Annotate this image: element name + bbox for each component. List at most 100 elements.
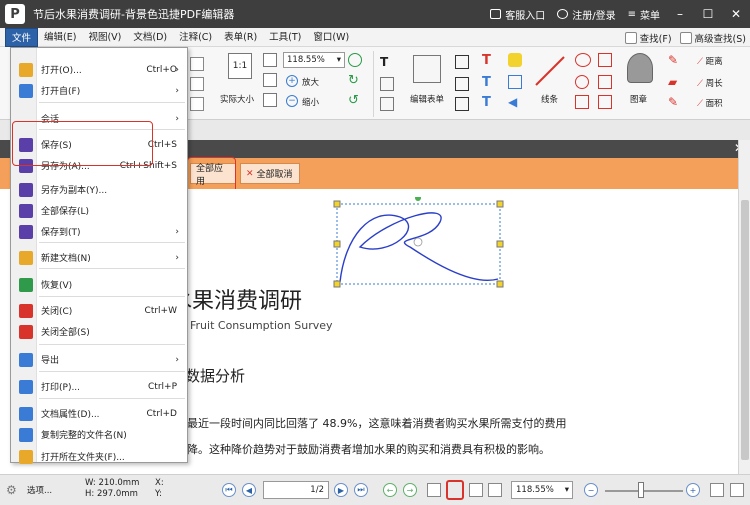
menu-file[interactable]: 文件 (5, 27, 39, 47)
file-menu-item-save-copy[interactable]: 另存为副本(Y)... (11, 179, 187, 200)
menu-form[interactable]: 表单(R) (218, 28, 263, 47)
edit-form-label[interactable]: 编辑表单 (410, 93, 444, 105)
settings-icon[interactable]: ⚙ (6, 483, 17, 497)
zoom-in-button[interactable]: + (686, 483, 700, 497)
cloud-icon[interactable] (598, 95, 612, 109)
stamp-icon[interactable] (627, 53, 653, 83)
page-input[interactable]: 1/2 (263, 481, 329, 499)
note-icon[interactable] (508, 53, 522, 67)
advanced-find-button[interactable]: 高级查找(S) (679, 31, 746, 45)
highlight-icon[interactable]: ✎ (668, 95, 682, 109)
fit-page-icon[interactable] (263, 53, 277, 67)
stamp-label[interactable]: 图章 (630, 93, 647, 105)
status-zoom-select[interactable]: 118.55% ▾ (511, 481, 573, 499)
form-field-icon[interactable] (455, 77, 469, 91)
rectangle-icon[interactable] (575, 95, 589, 109)
cancel-all-button[interactable]: ✕ 全部取消 (240, 163, 300, 184)
distance-tool[interactable]: ⟋ 距离 (697, 55, 723, 67)
zoom-out-label[interactable]: 缩小 (302, 96, 319, 108)
zoom-out-icon[interactable]: − (286, 95, 298, 107)
attachment-icon[interactable] (508, 75, 522, 89)
form-field-icon[interactable] (455, 97, 469, 111)
file-menu-item-export[interactable]: 导出 › (11, 349, 187, 370)
actual-size-icon[interactable]: 1:1 (228, 53, 252, 79)
scrollbar-thumb[interactable] (741, 200, 749, 460)
sound-icon[interactable]: ◀ (508, 95, 522, 109)
ellipse-icon[interactable] (575, 53, 591, 67)
file-menu-item-open[interactable]: 打开(O)... Ctrl+O › (11, 59, 187, 80)
tool-icon[interactable] (190, 57, 204, 71)
first-page-button[interactable]: ⏮ (222, 483, 236, 497)
file-menu-item-print[interactable]: 打印(P)... Ctrl+P (11, 376, 187, 397)
service-button[interactable]: 客服入口 (484, 7, 551, 22)
zoom-select[interactable]: 118.55% ▾ (283, 52, 345, 68)
fullscreen-icon[interactable] (730, 483, 744, 497)
file-menu-item-new-document[interactable]: 新建文档(N) › (11, 247, 187, 268)
polygon-icon[interactable] (598, 53, 612, 67)
pencil-icon[interactable]: ✎ (668, 53, 682, 67)
vertical-scrollbar[interactable] (738, 140, 750, 474)
eraser-icon[interactable]: ▰ (668, 75, 682, 89)
file-menu-item-recover[interactable]: 恢复(V) (11, 274, 187, 295)
single-page-icon[interactable] (427, 483, 441, 497)
fit-page-button[interactable] (710, 483, 724, 497)
object-tool-icon[interactable] (380, 97, 394, 111)
actual-size-label[interactable]: 实际大小 (220, 93, 254, 105)
facing-continuous-icon[interactable] (488, 483, 502, 497)
image-tool-icon[interactable] (380, 77, 394, 91)
menu-edit[interactable]: 编辑(E) (38, 28, 82, 47)
file-menu-item-doc-properties[interactable]: 文档属性(D)... Ctrl+D (11, 403, 187, 424)
menu-button[interactable]: ≡ 菜单 (622, 7, 666, 22)
options-label[interactable]: 选项... (27, 484, 52, 496)
zoom-slider-thumb[interactable] (638, 482, 644, 498)
last-page-button[interactable]: ⏭ (354, 483, 368, 497)
text-tool-icon[interactable]: T (380, 55, 394, 69)
rotate-cw-icon[interactable]: ↻ (348, 73, 362, 88)
callout-icon[interactable]: T (482, 95, 496, 110)
zoom-in-icon[interactable]: + (286, 75, 298, 87)
next-page-button[interactable]: ▶ (334, 483, 348, 497)
find-button[interactable]: 查找(F) (624, 31, 672, 45)
rotate-ccw-icon[interactable]: ↺ (348, 93, 362, 108)
back-button[interactable]: ← (383, 483, 397, 497)
file-menu-item-close-all[interactable]: 关闭全部(S) (11, 321, 187, 342)
menu-document[interactable]: 文档(D) (127, 28, 173, 47)
close-window-button[interactable]: ✕ (722, 7, 750, 21)
menu-window[interactable]: 窗口(W) (307, 28, 355, 47)
menu-comment[interactable]: 注释(C) (173, 28, 218, 47)
zoom-slider[interactable] (605, 490, 683, 492)
maximize-button[interactable]: ☐ (694, 7, 722, 21)
signature-annotation[interactable] (330, 197, 508, 297)
circle-icon[interactable] (575, 75, 589, 89)
area-tool[interactable]: ⟋ 面积 (697, 97, 723, 109)
textbox-icon[interactable]: T (482, 75, 496, 90)
refresh-icon[interactable] (348, 53, 362, 67)
file-menu-item-open-folder[interactable]: 打开所在文件夹(F)... (11, 446, 187, 467)
file-menu-item-close[interactable]: 关闭(C) Ctrl+W (11, 300, 187, 321)
line-tool-icon[interactable] (534, 55, 566, 87)
edit-form-icon[interactable] (413, 55, 441, 83)
minimize-button[interactable]: – (666, 7, 694, 21)
continuous-page-icon[interactable] (446, 480, 464, 500)
file-menu-item-copy-filename[interactable]: 复制完整的文件名(N) (11, 424, 187, 445)
file-menu-item-save-to[interactable]: 保存到(T) › (11, 221, 187, 242)
login-button[interactable]: 注册/登录 (551, 7, 621, 22)
file-menu-item-save-all[interactable]: 全部保存(L) (11, 200, 187, 221)
tool-icon[interactable] (190, 97, 204, 111)
tool-icon[interactable] (190, 77, 204, 91)
fit-visible-icon[interactable] (263, 93, 277, 107)
line-label[interactable]: 线条 (541, 93, 558, 105)
prev-page-button[interactable]: ◀ (242, 483, 256, 497)
file-menu-item-open-from[interactable]: 打开自(F) › (11, 80, 187, 101)
menu-tools[interactable]: 工具(T) (263, 28, 307, 47)
typewriter-icon[interactable]: T (482, 53, 496, 68)
pentagon-icon[interactable] (598, 75, 612, 89)
facing-page-icon[interactable] (469, 483, 483, 497)
form-field-icon[interactable] (455, 55, 469, 69)
zoom-in-label[interactable]: 放大 (302, 76, 319, 88)
zoom-out-button[interactable]: − (584, 483, 598, 497)
forward-button[interactable]: → (403, 483, 417, 497)
fit-width-icon[interactable] (263, 73, 277, 87)
perimeter-tool[interactable]: ⟋ 周长 (697, 77, 723, 89)
menu-view[interactable]: 视图(V) (82, 28, 127, 47)
